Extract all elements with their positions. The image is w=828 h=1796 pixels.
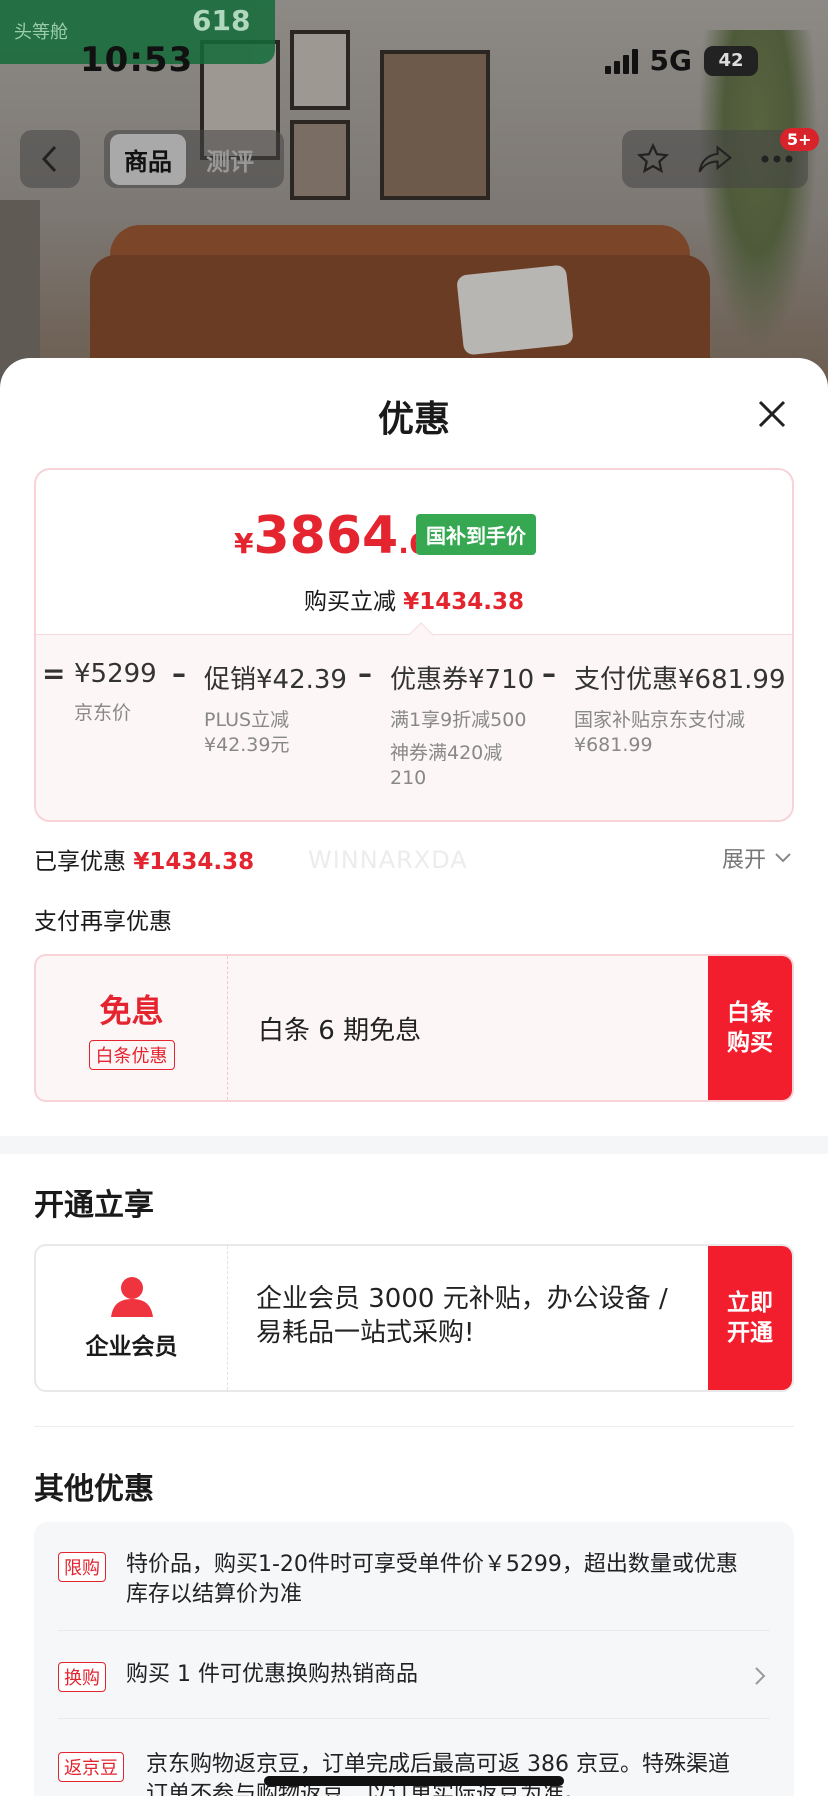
promo-text: 京东购物返京豆，订单完成后最高可返 386 京豆。特殊渠道订单不参与购物返豆，以…: [146, 1752, 730, 1796]
formula-term-jd-price: ¥5299 京东价: [74, 659, 157, 726]
gov-subsidy-tag: 国补到手价: [416, 514, 536, 555]
term-desc-line: 神券满420减: [390, 742, 503, 764]
pay-more-title: 支付再享优惠: [34, 909, 172, 935]
term-desc: PLUS立减 ¥42.39元: [204, 708, 347, 758]
close-icon[interactable]: [752, 394, 792, 434]
reduce-line: 购买立减 ¥1434.38: [36, 582, 792, 616]
enterprise-member-card: 企业会员 企业会员 3000 元补贴，办公设备 / 易耗品一站式采购! 立即开通: [34, 1244, 794, 1392]
home-indicator[interactable]: [264, 1776, 564, 1786]
more-icon[interactable]: [760, 154, 794, 164]
term-desc-line: PLUS立减: [204, 709, 290, 731]
baitiao-offer-card: 免息 白条优惠 白条 6 期免息 白条购买: [34, 954, 794, 1102]
chevron-down-icon: [775, 853, 791, 863]
term-desc: 京东价: [74, 702, 132, 724]
minus-sign: –: [358, 657, 372, 690]
term-desc-line: 满1享9折减500: [390, 709, 527, 731]
final-price-int: 3864: [253, 506, 399, 566]
interest-free-label: 免息: [99, 992, 164, 1030]
back-button[interactable]: [20, 130, 80, 188]
minus-sign: –: [172, 657, 186, 690]
promo-item-limit: 限购 特价品，购买1-20件时可享受单件价￥5299，超出数量或优惠库存以结算价…: [58, 1550, 770, 1614]
term-desc-line: ¥42.39元: [204, 734, 290, 756]
other-section-title: 其他优惠: [34, 1472, 154, 1507]
baitiao-offer-text: 白条 6 期免息: [258, 1016, 422, 1046]
watermark: WINNARXDA: [308, 846, 468, 874]
minus-sign: –: [542, 657, 556, 690]
term-value: 优惠券¥710: [390, 665, 535, 695]
open-section-title: 开通立享: [34, 1188, 154, 1223]
enjoyed-discount: 已享优惠 ¥1434.38: [34, 842, 254, 876]
enterprise-left: 企业会员: [36, 1246, 228, 1390]
currency-symbol: ¥: [234, 527, 254, 560]
discount-sheet: 优惠 ¥ 3864 .62 国补到手价 购买立减 ¥1434.38 = ¥529…: [0, 358, 828, 1796]
badge-618-number: 618: [192, 4, 251, 37]
equals-sign: =: [42, 657, 66, 690]
price-formula-area: = ¥5299 京东价 – 促销¥42.39 PLUS立减 ¥42.39元 – …: [36, 634, 792, 820]
price-breakdown-card: ¥ 3864 .62 国补到手价 购买立减 ¥1434.38 = ¥5299 京…: [34, 468, 794, 822]
term-value: ¥5299: [74, 659, 157, 689]
formula-term-coupon: 优惠券¥710 满1享9折减500 神券满420减 210: [390, 659, 534, 791]
other-promos-list: 限购 特价品，购买1-20件时可享受单件价￥5299，超出数量或优惠库存以结算价…: [34, 1522, 794, 1796]
term-desc: 国家补贴京东支付减 ¥681.99: [574, 708, 786, 758]
share-icon[interactable]: [697, 143, 733, 175]
network-label: 5G: [649, 44, 692, 77]
chevron-right-icon: [755, 1667, 766, 1685]
notification-badge: 5+: [780, 128, 819, 151]
price-formula: = ¥5299 京东价 – 促销¥42.39 PLUS立减 ¥42.39元 – …: [36, 653, 792, 813]
reduce-label: 购买立减: [303, 589, 396, 615]
term-value: 支付优惠¥681.99: [574, 665, 786, 695]
promo-item-exchange[interactable]: 换购 购买 1 件可优惠换购热销商品: [58, 1660, 770, 1694]
status-indicators: 5G 42: [604, 44, 758, 77]
open-now-button[interactable]: 立即开通: [708, 1246, 792, 1390]
reduce-amount: ¥1434.38: [403, 589, 525, 615]
promo-text: 购买 1 件可优惠换购热销商品: [126, 1662, 418, 1687]
status-time: 10:53: [80, 40, 194, 80]
term-desc: 满1享9折减500 神券满420减 210: [390, 708, 534, 791]
signal-icon: [604, 48, 638, 74]
formula-term-promo: 促销¥42.39 PLUS立减 ¥42.39元: [204, 659, 347, 758]
sheet-title: 优惠: [377, 399, 450, 440]
badge-text: 头等舱: [14, 22, 68, 43]
enjoyed-label: 已享优惠: [34, 849, 126, 875]
promo-text: 特价品，购买1-20件时可享受单件价￥5299，超出数量或优惠库存以结算价为准: [126, 1552, 738, 1607]
term-desc-line: ¥681.99: [574, 734, 653, 756]
divider: [34, 1426, 794, 1427]
promo-tag: 限购: [58, 1552, 106, 1582]
term-value: 促销¥42.39: [204, 665, 347, 695]
section-separator: [0, 1136, 828, 1154]
battery-icon: 42: [704, 45, 758, 76]
enjoyed-amount: ¥1434.38: [133, 849, 255, 875]
promo-divider: [58, 1630, 770, 1631]
expand-button[interactable]: 展开: [722, 842, 792, 874]
product-tabs: 商品 测评: [104, 130, 284, 188]
star-icon[interactable]: [636, 142, 670, 176]
chevron-left-icon: [41, 145, 57, 173]
baitiao-offer-left: 免息 白条优惠: [36, 956, 228, 1100]
user-icon: [110, 1277, 153, 1317]
enterprise-name: 企业会员: [85, 1334, 178, 1360]
formula-term-payment: 支付优惠¥681.99 国家补贴京东支付减 ¥681.99: [574, 659, 786, 758]
promo-divider: [58, 1718, 770, 1719]
term-desc-line: 国家补贴京东支付减: [574, 709, 746, 731]
expand-label: 展开: [721, 848, 766, 873]
enterprise-text: 企业会员 3000 元补贴，办公设备 / 易耗品一站式采购!: [256, 1284, 668, 1348]
promo-tag: 返京豆: [58, 1752, 124, 1782]
tab-product[interactable]: 商品: [110, 133, 186, 185]
tab-review[interactable]: 测评: [192, 134, 268, 185]
baitiao-tag: 白条优惠: [88, 1040, 175, 1070]
promo-item-jingdou: 返京豆 京东购物返京豆，订单完成后最高可返 386 京豆。特殊渠道订单不参与购物…: [58, 1750, 770, 1796]
baitiao-buy-button[interactable]: 白条购买: [708, 956, 792, 1100]
term-desc-line: 210: [390, 767, 427, 789]
promo-tag: 换购: [58, 1662, 106, 1692]
